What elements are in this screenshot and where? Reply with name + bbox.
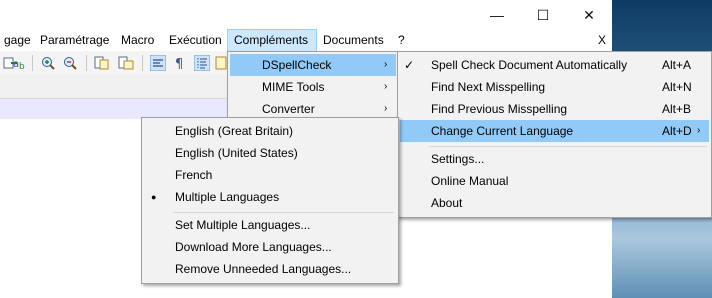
menu-item-multiple-languages[interactable]: ● Multiple Languages [144, 186, 396, 208]
menu-item-label: Online Manual [431, 174, 509, 188]
menu-item-english-gb[interactable]: English (Great Britain) [144, 120, 396, 142]
menu-item-label: Find Previous Misspelling [431, 102, 568, 116]
menu-item-download-more-languages[interactable]: Download More Languages... [144, 236, 396, 258]
menu-item-label: English (United States) [175, 146, 298, 160]
menu-item-set-multiple-languages[interactable]: Set Multiple Languages... [144, 214, 396, 236]
menu-item-about[interactable]: About [400, 192, 709, 214]
menu-complements[interactable]: Compléments [227, 29, 317, 52]
radio-bullet-icon: ● [151, 192, 157, 202]
menu-item-label: Download More Languages... [175, 240, 332, 254]
word-wrap-icon[interactable] [150, 55, 166, 71]
zoom-out-icon[interactable] [62, 55, 78, 71]
menu-documents[interactable]: Documents [317, 30, 390, 51]
toolbar-separator [142, 55, 143, 71]
chevron-right-icon: › [384, 81, 388, 92]
shortcut-label: Alt+A [662, 58, 692, 72]
language-menu: English (Great Britain) English (United … [141, 117, 399, 284]
menu-item-remove-unneeded-languages[interactable]: Remove Unneeded Languages... [144, 258, 396, 280]
menu-item-label: Spell Check Document Automatically [431, 58, 628, 72]
menu-bar: gage Paramétrage Macro Exécution Complém… [0, 29, 612, 52]
toolbar-separator [32, 55, 33, 71]
title-bar: — ☐ ✕ [0, 0, 612, 30]
checkmark-icon: ✓ [404, 58, 415, 72]
menu-item-french[interactable]: French [144, 164, 396, 186]
chevron-right-icon: › [384, 59, 388, 70]
find-replace-icon[interactable]: ab [12, 55, 28, 71]
menu-item-english-us[interactable]: English (United States) [144, 142, 396, 164]
shortcut-label: Alt+B [662, 102, 692, 116]
complements-menu: DSpellCheck › MIME Tools › Converter › [227, 51, 399, 119]
menu-item-change-current-language[interactable]: Change Current Language Alt+D › [400, 120, 709, 142]
sync-horizontal-icon[interactable] [118, 55, 134, 71]
menu-item-label: Set Multiple Languages... [175, 218, 311, 232]
menu-separator [173, 212, 394, 213]
menu-item-mime-tools[interactable]: MIME Tools › [230, 76, 396, 98]
shortcut-label: Alt+D [662, 124, 692, 138]
menu-item-spell-check-auto[interactable]: ✓ Spell Check Document Automatically Alt… [400, 54, 709, 76]
menu-item-label: English (Great Britain) [175, 124, 294, 138]
document-close-button[interactable]: X [592, 30, 612, 51]
menu-item-find-previous-misspelling[interactable]: Find Previous Misspelling Alt+B [400, 98, 709, 120]
svg-text:¶: ¶ [175, 57, 183, 71]
menu-parametrage[interactable]: Paramétrage [34, 30, 115, 51]
minimize-button[interactable]: — [474, 0, 520, 30]
maximize-button[interactable]: ☐ [520, 0, 566, 30]
menu-macro[interactable]: Macro [115, 30, 160, 51]
chevron-right-icon: › [697, 125, 701, 136]
menu-item-label: Find Next Misspelling [431, 80, 546, 94]
menu-item-label: Settings... [431, 152, 485, 166]
close-button[interactable]: ✕ [566, 0, 612, 30]
menu-help[interactable]: ? [392, 30, 411, 51]
menu-item-label: Multiple Languages [175, 190, 280, 204]
menu-item-label: DSpellCheck [262, 58, 332, 72]
menu-item-label: MIME Tools [262, 80, 325, 94]
show-all-characters-icon[interactable]: ¶ [172, 55, 188, 71]
menu-separator [429, 146, 707, 147]
dspellcheck-menu: ✓ Spell Check Document Automatically Alt… [397, 51, 712, 218]
svg-text:b: b [19, 62, 25, 71]
menu-item-find-next-misspelling[interactable]: Find Next Misspelling Alt+N [400, 76, 709, 98]
sync-vertical-icon[interactable] [94, 55, 110, 71]
menu-item-online-manual[interactable]: Online Manual [400, 170, 709, 192]
menu-item-label: French [175, 168, 213, 182]
zoom-in-icon[interactable] [40, 55, 56, 71]
menu-item-label: Change Current Language [431, 124, 574, 138]
shortcut-label: Alt+N [662, 80, 692, 94]
menu-item-label: About [431, 196, 463, 210]
menu-item-dspellcheck[interactable]: DSpellCheck › [230, 54, 396, 76]
indent-guide-icon[interactable] [194, 55, 210, 71]
toolbar-separator [86, 55, 87, 71]
menu-item-settings[interactable]: Settings... [400, 148, 709, 170]
menu-execution[interactable]: Exécution [163, 30, 228, 51]
menu-item-label: Remove Unneeded Languages... [175, 262, 352, 276]
menu-langage[interactable]: gage [0, 30, 37, 51]
